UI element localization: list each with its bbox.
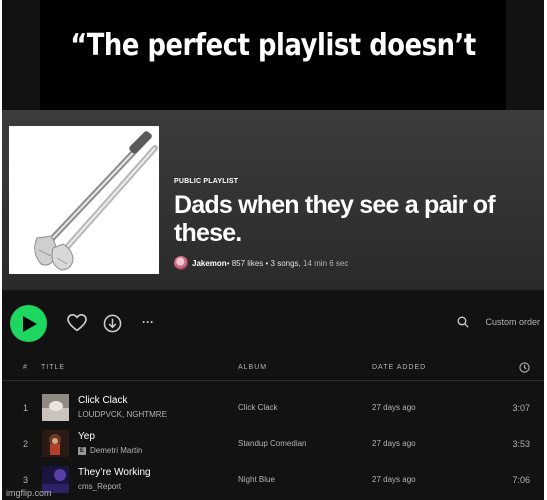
play-icon	[23, 315, 37, 332]
tongs-image	[9, 126, 159, 274]
track-duration: 3:07	[512, 403, 530, 413]
playlist-stats: • 857 likes • 3 songs,	[226, 258, 301, 268]
explicit-badge: E	[78, 446, 86, 455]
playlist-cover-image	[9, 126, 159, 274]
playlist-owner-row: Jakemon • 857 likes • 3 songs, 14 min 6 …	[174, 256, 544, 270]
owner-avatar[interactable]	[174, 256, 188, 270]
track-date-added: 27 days ago	[372, 475, 416, 484]
track-artist-row: E Demetri Martin	[78, 446, 142, 455]
download-icon	[103, 314, 121, 332]
playlist-type-label: PUBLIC PLAYLIST	[174, 178, 239, 185]
download-button[interactable]	[102, 313, 122, 333]
search-icon	[457, 316, 469, 328]
track-artist[interactable]: LOUDPVCK, NGHTMRE	[78, 410, 167, 419]
track-title[interactable]: Yep	[78, 431, 95, 442]
track-date-added: 27 days ago	[372, 403, 416, 412]
column-duration[interactable]	[519, 362, 530, 375]
search-button[interactable]	[456, 315, 470, 329]
more-options-button[interactable]: ···	[138, 313, 158, 331]
track-number: 1	[23, 403, 29, 413]
owner-name-link[interactable]: Jakemon	[192, 259, 227, 268]
track-row[interactable]: 1 Click Clack LOUDPVCK, NGHTMRE Click Cl…	[2, 390, 544, 426]
track-artist[interactable]: Demetri Martin	[90, 446, 142, 455]
track-title[interactable]: Click Clack	[78, 395, 127, 406]
track-art	[42, 394, 69, 421]
playlist-title: Dads when they see a pair of these.	[174, 191, 496, 247]
track-title[interactable]: They’re Working	[78, 467, 151, 478]
column-title[interactable]: TITLE	[41, 364, 65, 371]
heart-button[interactable]	[66, 313, 88, 333]
column-num[interactable]: #	[23, 364, 28, 371]
heart-icon	[67, 314, 87, 332]
sort-order-dropdown[interactable]: Custom order	[485, 317, 540, 327]
track-album[interactable]: Click Clack	[238, 403, 278, 412]
track-album[interactable]: Standup Comedian	[238, 439, 307, 448]
meme-caption: “The perfect playlist doesn’t exis....”	[39, 0, 507, 155]
track-table-header: # TITLE ALBUM DATE ADDED	[2, 358, 544, 381]
track-artist[interactable]: cms_Report	[78, 482, 121, 491]
play-button[interactable]	[10, 305, 47, 342]
track-duration: 7:06	[512, 475, 530, 485]
imgflip-watermark: imgflip.com	[6, 488, 52, 498]
track-number: 3	[23, 475, 29, 485]
playlist-header: PUBLIC PLAYLIST Dads when they see a pai…	[2, 110, 544, 290]
clock-icon	[519, 362, 530, 373]
track-row[interactable]: 3 They’re Working cms_Report Night Blue …	[2, 462, 544, 498]
screenshot-frame: “The perfect playlist doesn’t exis....” …	[2, 0, 544, 500]
playlist-meta: PUBLIC PLAYLIST Dads when they see a pai…	[174, 178, 544, 270]
track-art	[42, 430, 69, 457]
track-duration: 3:53	[512, 439, 530, 449]
playlist-duration: 14 min 6 sec	[303, 258, 349, 268]
track-number: 2	[23, 439, 29, 449]
track-date-added: 27 days ago	[372, 439, 416, 448]
track-album[interactable]: Night Blue	[238, 475, 275, 484]
column-album[interactable]: ALBUM	[238, 364, 267, 371]
track-row[interactable]: 2 Yep E Demetri Martin Standup Comedian …	[2, 426, 544, 462]
column-date-added[interactable]: DATE ADDED	[372, 364, 426, 371]
action-bar: ··· Custom order	[2, 290, 544, 358]
